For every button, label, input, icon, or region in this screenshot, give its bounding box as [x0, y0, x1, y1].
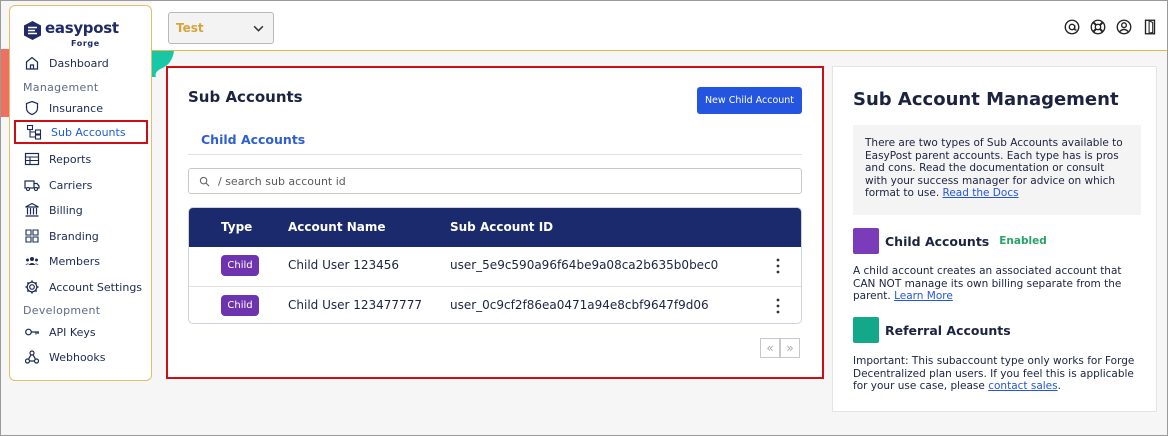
environment-value: Test: [176, 21, 204, 35]
tab-child-accounts[interactable]: Child Accounts: [201, 132, 305, 147]
key-icon: [25, 328, 39, 336]
prev-page-button[interactable]: «: [760, 338, 780, 358]
sidebar-item-branding[interactable]: Branding: [14, 224, 148, 248]
chevron-down-icon: [253, 25, 264, 32]
sub-accounts-table: Type Account Name Sub Account ID Child C…: [188, 207, 802, 324]
top-icon-group: [1063, 18, 1159, 36]
next-page-button[interactable]: »: [780, 338, 800, 358]
child-accounts-heading: Child Accounts Enabled: [853, 228, 1047, 254]
sidebar-item-label: Billing: [49, 203, 83, 217]
table-row[interactable]: Child Child User 123456 user_5e9c590a96f…: [189, 247, 801, 286]
brand-name: easypost: [45, 19, 119, 37]
sidebar-item-label: Members: [49, 254, 100, 268]
sidebar-item-label: API Keys: [49, 325, 96, 339]
easypost-logo[interactable]: easypost Forge: [24, 18, 124, 52]
logo-mark-icon: [24, 21, 41, 40]
sidebar-item-sub-accounts[interactable]: Sub Accounts: [14, 120, 148, 144]
search-input[interactable]: [218, 174, 778, 188]
sidebar-item-billing[interactable]: Billing: [14, 198, 148, 222]
sidebar: easypost Forge Dashboard Management Insu…: [9, 5, 152, 381]
sidebar-item-webhooks[interactable]: Webhooks: [14, 345, 148, 369]
type-badge: Child: [221, 295, 259, 316]
child-accounts-swatch: [853, 228, 879, 254]
info-title: Sub Account Management: [853, 89, 1119, 110]
sidebar-item-dashboard[interactable]: Dashboard: [14, 51, 148, 75]
child-accounts-title: Child Accounts: [885, 233, 990, 249]
search-icon: [199, 176, 210, 186]
sidebar-item-label: Branding: [49, 229, 99, 243]
column-header-sub-account-id[interactable]: Sub Account ID: [450, 220, 553, 234]
app-window: Test easypost Forge Dashboard Management…: [0, 0, 1168, 436]
hierarchy-icon: [26, 124, 42, 140]
help-lifebuoy-icon[interactable]: [1089, 18, 1107, 36]
truck-icon: [24, 180, 40, 192]
period: .: [1057, 380, 1061, 392]
sidebar-item-api-keys[interactable]: API Keys: [14, 320, 148, 344]
brand-sub: Forge: [71, 39, 100, 48]
webhook-icon: [24, 350, 40, 364]
type-badge: Child: [221, 255, 259, 276]
pagination: « »: [760, 338, 800, 358]
sidebar-item-members[interactable]: Members: [14, 249, 148, 273]
sidebar-item-insurance[interactable]: Insurance: [14, 96, 148, 120]
environment-select[interactable]: Test: [168, 12, 274, 44]
info-intro-box: There are two types of Sub Accounts avai…: [853, 125, 1141, 215]
gear-icon: [25, 280, 39, 294]
sidebar-item-carriers[interactable]: Carriers: [14, 173, 148, 197]
column-header-account-name[interactable]: Account Name: [288, 220, 386, 234]
section-management: Management: [23, 81, 99, 94]
contact-sales-link[interactable]: contact sales: [988, 380, 1057, 392]
referral-accounts-heading: Referral Accounts: [853, 317, 1011, 343]
account-name-cell: Child User 123456: [288, 258, 400, 272]
status-badge: Enabled: [999, 235, 1047, 247]
child-accounts-description: A child account creates an associated ac…: [853, 265, 1143, 303]
sidebar-item-label: Insurance: [49, 101, 103, 115]
read-the-docs-link[interactable]: Read the Docs: [943, 187, 1019, 199]
sidebar-item-label: Account Settings: [49, 280, 143, 294]
exit-door-icon[interactable]: [1141, 18, 1159, 36]
sidebar-item-label: Dashboard: [49, 56, 109, 70]
sidebar-item-reports[interactable]: Reports: [14, 147, 148, 171]
more-options-icon[interactable]: [772, 256, 784, 276]
puzzle-icon: [25, 229, 39, 243]
page-title: Sub Accounts: [188, 88, 303, 106]
referral-accounts-title: Referral Accounts: [885, 322, 1011, 338]
tab-divider: [188, 154, 802, 155]
column-header-type[interactable]: Type: [221, 220, 252, 234]
bank-icon: [25, 202, 39, 217]
account-name-cell: Child User 123477777: [288, 298, 422, 312]
search-box: [188, 168, 802, 194]
at-sign-icon[interactable]: [1063, 18, 1081, 36]
more-options-icon[interactable]: [772, 296, 784, 316]
top-bar: Test: [151, 1, 1167, 51]
sub-account-management-panel: Sub Account Management There are two typ…: [832, 66, 1157, 412]
sub-accounts-panel: Sub Accounts New Child Account Child Acc…: [166, 66, 824, 379]
new-child-account-button[interactable]: New Child Account: [697, 87, 802, 114]
referral-accounts-swatch: [853, 317, 879, 343]
learn-more-link[interactable]: Learn More: [894, 290, 953, 302]
shield-icon: [25, 100, 39, 116]
members-icon: [25, 257, 39, 265]
sub-account-id-cell: user_0c9cf2f86ea0471a94e8cbf9647f9d06: [450, 298, 709, 312]
sidebar-item-label: Carriers: [49, 178, 93, 192]
home-icon: [25, 56, 39, 70]
referral-accounts-description: Important: This subaccount type only wor…: [853, 355, 1143, 393]
table-row[interactable]: Child Child User 123477777 user_0c9cf2f8…: [189, 286, 801, 323]
user-profile-icon[interactable]: [1115, 18, 1133, 36]
sidebar-item-label: Reports: [49, 152, 92, 166]
sub-account-id-cell: user_5e9c590a96f64be9a08ca2b635b0bec0: [450, 258, 719, 272]
table-icon: [24, 152, 40, 166]
sidebar-item-account-settings[interactable]: Account Settings: [14, 275, 148, 299]
table-header: Type Account Name Sub Account ID: [189, 208, 801, 247]
sidebar-item-label: Webhooks: [49, 350, 106, 364]
section-development: Development: [23, 304, 101, 317]
sidebar-item-label: Sub Accounts: [51, 125, 126, 139]
